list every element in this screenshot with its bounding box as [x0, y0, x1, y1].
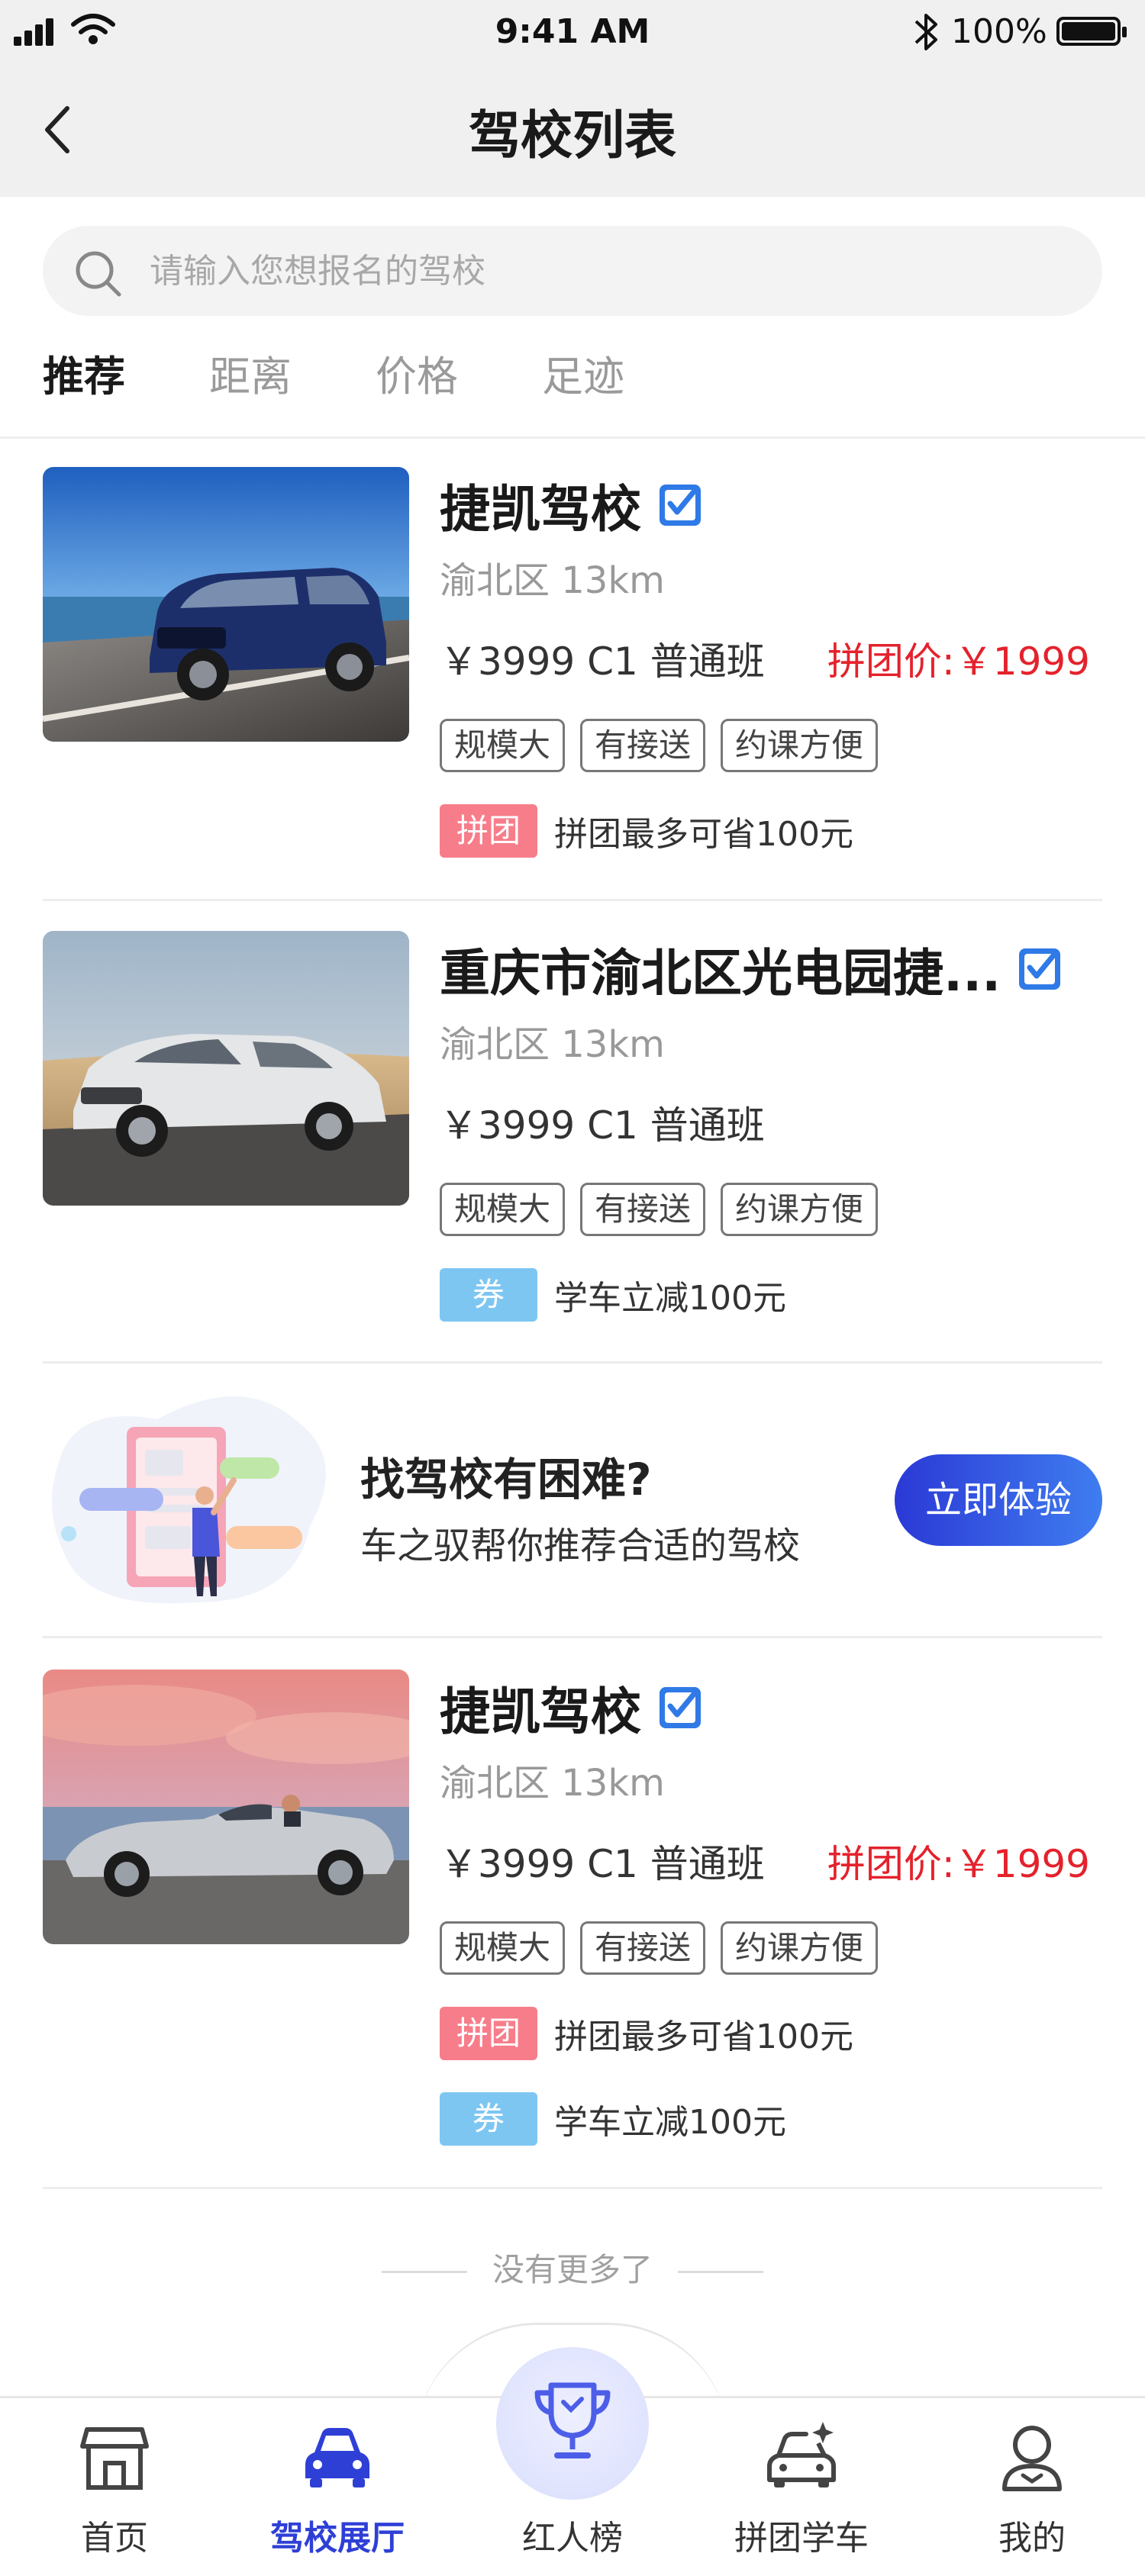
tag: 规模大	[440, 1921, 566, 1975]
school-district: 渝北区 13km	[440, 559, 665, 602]
school-info: 重庆市渝北区光电园捷... 渝北区 13km ￥3999 C1 普通班 规模大 …	[440, 931, 1102, 1322]
tab-history[interactable]: 足迹	[542, 346, 624, 407]
tab-distance[interactable]: 距离	[209, 346, 292, 407]
store-icon	[80, 2427, 149, 2490]
nav-home[interactable]: 首页	[23, 2419, 206, 2571]
verified-icon	[1019, 948, 1061, 990]
school-info: 捷凯驾校 渝北区 13km ￥3999 C1 普通班 拼团价:￥1999 规模大…	[440, 1670, 1102, 2146]
tag: 约课方便	[721, 719, 879, 772]
school-district: 渝北区 13km	[440, 1023, 665, 1066]
nav-group-learning-label: 拼团学车	[734, 2519, 869, 2558]
promo-row: 券 学车立减100元	[440, 2092, 1102, 2146]
car-icon	[305, 2428, 369, 2487]
group-price: 拼团价:￥1999	[827, 639, 1090, 684]
promo-text: 学车立减100元	[554, 2103, 786, 2142]
list-end-text: 没有更多了	[492, 2251, 653, 2288]
tag: 有接送	[580, 1183, 706, 1236]
tag: 规模大	[440, 1183, 566, 1236]
school-tags: 规模大 有接送 约课方便	[440, 1183, 1102, 1236]
school-price: ￥3999 C1 普通班	[440, 639, 765, 684]
promo-text: 拼团最多可省100元	[554, 2017, 853, 2056]
school-photo	[43, 1670, 409, 1944]
status-bar: 9:41 AM 100%	[0, 0, 1145, 66]
nav-mine[interactable]: 我的	[940, 2419, 1124, 2571]
school-district: 渝北区 13km	[440, 1762, 665, 1805]
user-icon	[1002, 2426, 1062, 2491]
promo-text: 拼团最多可省100元	[554, 815, 853, 854]
tab-price[interactable]: 价格	[376, 346, 458, 407]
page-title: 驾校列表	[468, 106, 676, 166]
nav-group-learning[interactable]: 拼团学车	[710, 2419, 893, 2571]
nav-mine-label: 我的	[998, 2519, 1066, 2558]
nav-home-label: 首页	[81, 2519, 148, 2558]
group-price: 拼团价:￥1999	[827, 1842, 1090, 1886]
card-divider	[43, 1361, 1102, 1364]
tag: 约课方便	[721, 1921, 879, 1975]
card-divider	[43, 2187, 1102, 2189]
nav-school-hall[interactable]: 驾校展厅	[246, 2419, 429, 2571]
nav-ranking[interactable]: 红人榜	[481, 2419, 664, 2571]
nav-ranking-label: 红人榜	[522, 2519, 623, 2558]
school-price: ￥3999 C1 普通班	[440, 1842, 765, 1886]
group-badge: 拼团	[440, 2007, 537, 2060]
top-bar: 9:41 AM 100% 驾校列表	[0, 0, 1145, 197]
tab-recommend[interactable]: 推荐	[43, 346, 125, 407]
try-now-button[interactable]: 立即体验	[895, 1454, 1102, 1546]
search-icon	[76, 251, 121, 297]
bluetooth-icon	[914, 14, 937, 50]
school-info: 捷凯驾校 渝北区 13km ￥3999 C1 普通班 拼团价:￥1999 规模大…	[440, 467, 1102, 858]
tag: 有接送	[580, 719, 706, 772]
verified-icon	[660, 1687, 701, 1728]
nav-school-hall-label: 驾校展厅	[270, 2519, 405, 2558]
card-divider	[43, 899, 1102, 901]
recommend-banner[interactable]: 找驾校有困难? 车之驭帮你推荐合适的驾校 立即体验	[43, 1373, 1102, 1618]
school-card[interactable]: 捷凯驾校 渝北区 13km ￥3999 C1 普通班 拼团价:￥1999 规模大…	[43, 467, 1102, 864]
school-tags: 规模大 有接送 约课方便	[440, 719, 1102, 772]
banner-subtitle: 车之驭帮你推荐合适的驾校	[360, 1525, 801, 1567]
coupon-badge: 券	[440, 1268, 537, 1322]
banner-title: 找驾校有困难?	[360, 1454, 652, 1505]
school-name: 重庆市渝北区光电园捷...	[440, 944, 1001, 1003]
search-input[interactable]	[150, 226, 1066, 316]
school-name: 捷凯驾校	[440, 480, 641, 539]
tag: 约课方便	[721, 1183, 879, 1236]
battery-icon	[1056, 17, 1127, 46]
tabs-divider	[0, 436, 1145, 439]
coupon-badge: 券	[440, 2092, 537, 2146]
school-price: ￥3999 C1 普通班	[440, 1103, 765, 1148]
recommend-illustration	[52, 1396, 326, 1604]
card-divider	[43, 1636, 1102, 1638]
search-bar[interactable]	[43, 226, 1102, 316]
school-card[interactable]: 捷凯驾校 渝北区 13km ￥3999 C1 普通班 拼团价:￥1999 规模大…	[43, 1670, 1102, 2204]
school-card[interactable]: 重庆市渝北区光电园捷... 渝北区 13km ￥3999 C1 普通班 规模大 …	[43, 931, 1102, 1328]
verified-icon	[660, 485, 701, 526]
school-name: 捷凯驾校	[440, 1682, 641, 1741]
promo-row: 拼团 拼团最多可省100元	[440, 2007, 1102, 2060]
school-tags: 规模大 有接送 约课方便	[440, 1921, 1102, 1975]
school-photo	[43, 931, 409, 1206]
tag: 有接送	[580, 1921, 706, 1975]
promo-row: 拼团 拼团最多可省100元	[440, 804, 1102, 858]
tag: 规模大	[440, 719, 566, 772]
school-photo	[43, 467, 409, 742]
group-badge: 拼团	[440, 804, 537, 858]
promo-text: 学车立减100元	[554, 1279, 786, 1318]
promo-row: 券 学车立减100元	[440, 1268, 1102, 1322]
list-end: 没有更多了	[0, 2243, 1145, 2297]
battery-percent: 100%	[951, 12, 1047, 51]
car-sparkle-icon	[767, 2422, 836, 2487]
sort-tabs: 推荐 距离 价格 足迹	[43, 346, 708, 407]
